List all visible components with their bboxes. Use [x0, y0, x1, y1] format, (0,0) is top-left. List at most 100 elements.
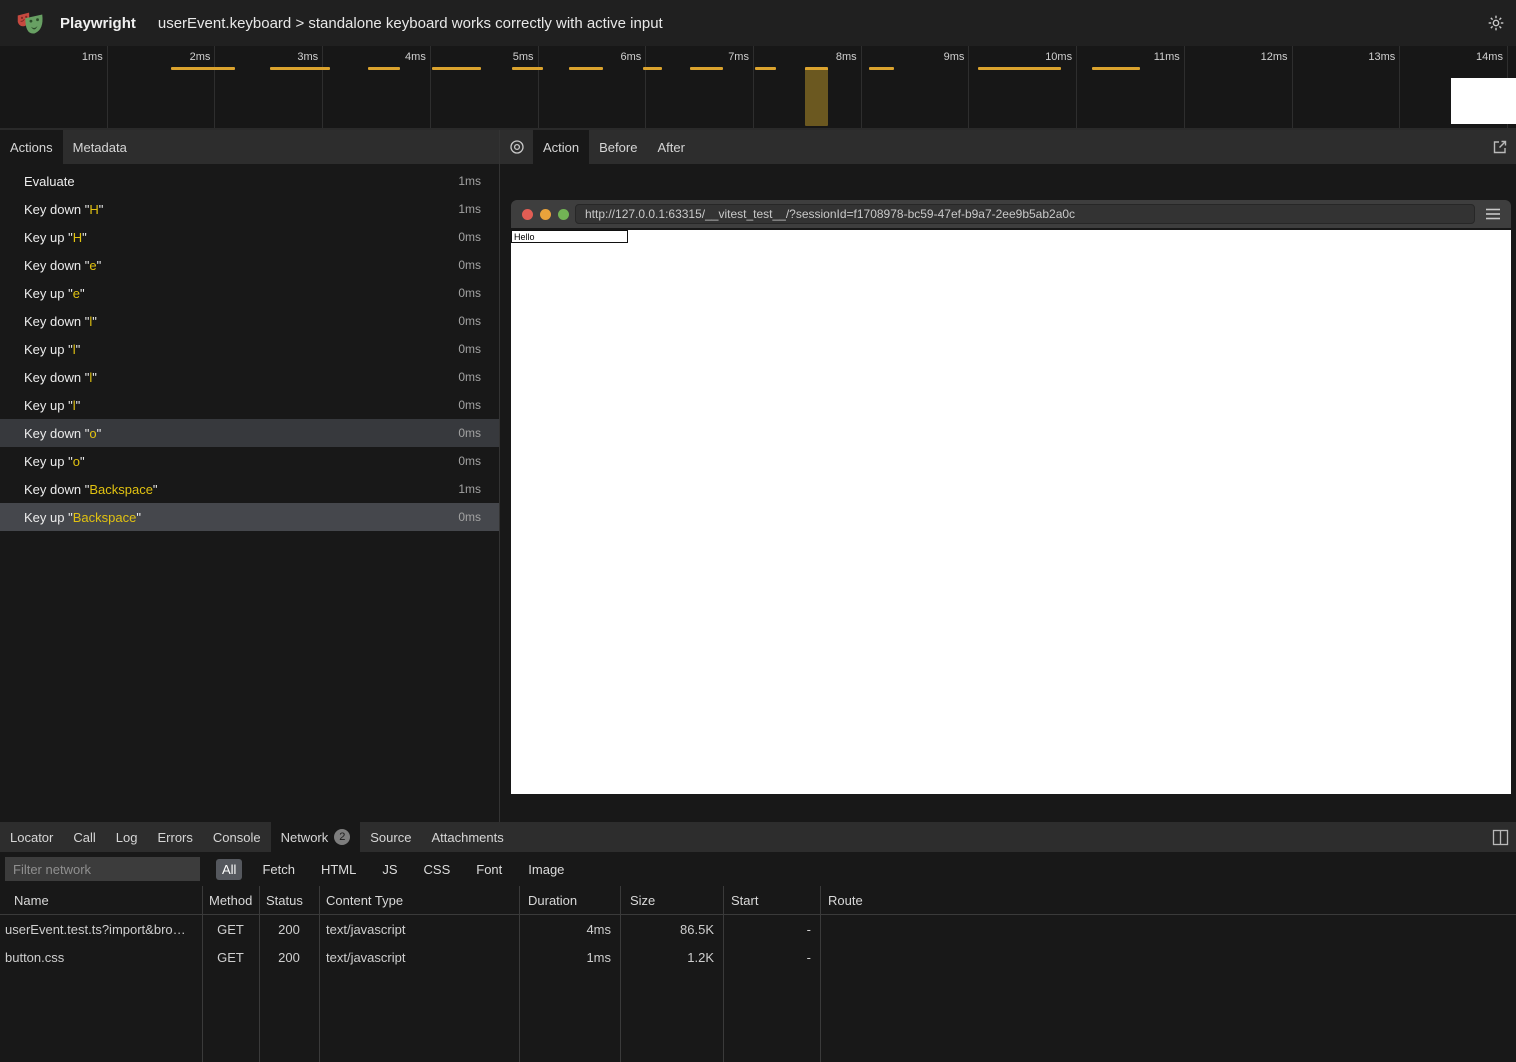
film-strip-thumbnail[interactable]	[1451, 78, 1516, 124]
action-row[interactable]: Key up "H" 0ms	[0, 223, 499, 251]
tab-metadata[interactable]: Metadata	[63, 130, 137, 164]
traffic-light-red-icon	[522, 209, 533, 220]
tab-console[interactable]: Console	[203, 822, 271, 852]
table-row[interactable]: button.cssGET200text/javascript1ms1.2K-	[0, 943, 1516, 971]
tab-label: Call	[73, 830, 95, 845]
timeline-cell[interactable]: 4ms	[323, 46, 431, 128]
timeline-tick-label: 10ms	[1045, 51, 1072, 63]
action-row[interactable]: Key up "l" 0ms	[0, 391, 499, 419]
browser-chrome: http://127.0.0.1:63315/__vitest_test__/?…	[511, 200, 1511, 228]
filter-chip-font[interactable]: Font	[470, 859, 508, 880]
table-column-divider	[519, 886, 520, 1062]
playwright-logo-icon	[14, 7, 46, 39]
table-cell: 200	[259, 922, 319, 937]
timeline-action-marker	[270, 67, 331, 70]
action-row[interactable]: Key down "l" 0ms	[0, 363, 499, 391]
filter-network-input[interactable]	[5, 857, 200, 881]
tab-source[interactable]: Source	[360, 822, 421, 852]
settings-gear-icon[interactable]	[1486, 13, 1506, 33]
table-cell: 86.5K	[620, 922, 723, 937]
timeline[interactable]: 1ms2ms3ms4ms5ms6ms7ms8ms9ms10ms11ms12ms1…	[0, 46, 1516, 130]
action-row[interactable]: Key down "e" 0ms	[0, 251, 499, 279]
action-row[interactable]: Key up "Backspace" 0ms	[0, 503, 499, 531]
action-duration: 0ms	[458, 454, 481, 468]
table-cell: userEvent.test.ts?import&bro…	[0, 922, 202, 937]
tab-locator[interactable]: Locator	[0, 822, 63, 852]
tab-log[interactable]: Log	[106, 822, 148, 852]
filter-chip-all[interactable]: All	[216, 859, 242, 880]
timeline-cell[interactable]: 7ms	[646, 46, 754, 128]
timeline-action-marker	[1092, 67, 1141, 70]
timeline-tick-label: 12ms	[1261, 51, 1288, 63]
gear-teeth	[1489, 16, 1504, 31]
table-header-cell: Route	[820, 893, 1516, 908]
tab-call[interactable]: Call	[63, 822, 105, 852]
pick-locator-icon[interactable]	[500, 130, 533, 164]
action-duration: 0ms	[458, 398, 481, 412]
filter-chip-image[interactable]: Image	[522, 859, 570, 880]
table-cell: GET	[202, 950, 259, 965]
actions-tabbar: Actions Metadata	[0, 130, 499, 164]
filter-chip-fetch[interactable]: Fetch	[256, 859, 301, 880]
timeline-cell[interactable]: 11ms	[1077, 46, 1185, 128]
timeline-tick-label: 6ms	[620, 51, 641, 63]
action-list: Evaluate 1ms Key down "H" 1ms Key up "H"…	[0, 164, 499, 822]
text-input[interactable]	[511, 230, 628, 243]
action-row[interactable]: Evaluate 1ms	[0, 167, 499, 195]
tab-label: Metadata	[73, 140, 127, 155]
timeline-action-marker	[869, 67, 895, 70]
action-duration: 0ms	[458, 510, 481, 524]
tab-network[interactable]: Network2	[271, 822, 361, 852]
timeline-action-marker	[432, 67, 481, 70]
tab-after[interactable]: After	[647, 130, 694, 164]
timeline-cell[interactable]: 13ms	[1293, 46, 1401, 128]
open-external-icon[interactable]	[1491, 138, 1509, 156]
actions-panel: Actions Metadata Evaluate 1ms Key down "…	[0, 130, 500, 822]
tab-action[interactable]: Action	[533, 130, 589, 164]
table-row[interactable]: userEvent.test.ts?import&bro…GET200text/…	[0, 915, 1516, 943]
action-row[interactable]: Key down "l" 0ms	[0, 307, 499, 335]
timeline-action-marker	[690, 67, 723, 70]
tab-actions[interactable]: Actions	[0, 130, 63, 164]
timeline-tick-label: 3ms	[297, 51, 318, 63]
tab-label: After	[657, 140, 684, 155]
snapshot-viewport: http://127.0.0.1:63315/__vitest_test__/?…	[500, 164, 1516, 822]
timeline-action-marker	[512, 67, 542, 70]
snapshot-panel: Action Before After http://127.0.0.1:633…	[500, 130, 1516, 822]
timeline-cell[interactable]: 12ms	[1185, 46, 1293, 128]
timeline-cell[interactable]: 10ms	[969, 46, 1077, 128]
timeline-action-marker	[171, 67, 235, 70]
filter-chip-html[interactable]: HTML	[315, 859, 362, 880]
hamburger-menu-icon	[1485, 207, 1501, 221]
timeline-cell[interactable]: 9ms	[862, 46, 970, 128]
snapshot-tabbar: Action Before After	[500, 130, 1516, 164]
table-header-cell: Status	[259, 893, 319, 908]
timeline-cell[interactable]: 2ms	[108, 46, 216, 128]
timeline-cell[interactable]: 1ms	[0, 46, 108, 128]
timeline-tick-label: 11ms	[1154, 51, 1180, 63]
timeline-cell[interactable]: 5ms	[431, 46, 539, 128]
tab-label: Before	[599, 140, 637, 155]
action-row[interactable]: Key up "o" 0ms	[0, 447, 499, 475]
action-row[interactable]: Key up "e" 0ms	[0, 279, 499, 307]
timeline-cell[interactable]: 6ms	[539, 46, 647, 128]
split-view-icon[interactable]	[1492, 829, 1509, 846]
tab-attachments[interactable]: Attachments	[421, 822, 513, 852]
action-row[interactable]: Key down "o" 0ms	[0, 419, 499, 447]
traffic-light-green-icon	[558, 209, 569, 220]
tab-before[interactable]: Before	[589, 130, 647, 164]
table-header-cell: Content Type	[319, 893, 519, 908]
filter-chip-css[interactable]: CSS	[418, 859, 457, 880]
tab-errors[interactable]: Errors	[147, 822, 202, 852]
action-duration: 0ms	[458, 258, 481, 272]
table-cell: button.css	[0, 950, 202, 965]
action-row[interactable]: Key down "Backspace" 1ms	[0, 475, 499, 503]
action-duration: 0ms	[458, 230, 481, 244]
action-row[interactable]: Key down "H" 1ms	[0, 195, 499, 223]
tab-label: Actions	[10, 140, 53, 155]
table-cell: -	[723, 950, 820, 965]
timeline-cell[interactable]: 3ms	[215, 46, 323, 128]
network-table: NameMethodStatusContent TypeDurationSize…	[0, 886, 1516, 1062]
action-row[interactable]: Key up "l" 0ms	[0, 335, 499, 363]
filter-chip-js[interactable]: JS	[376, 859, 403, 880]
